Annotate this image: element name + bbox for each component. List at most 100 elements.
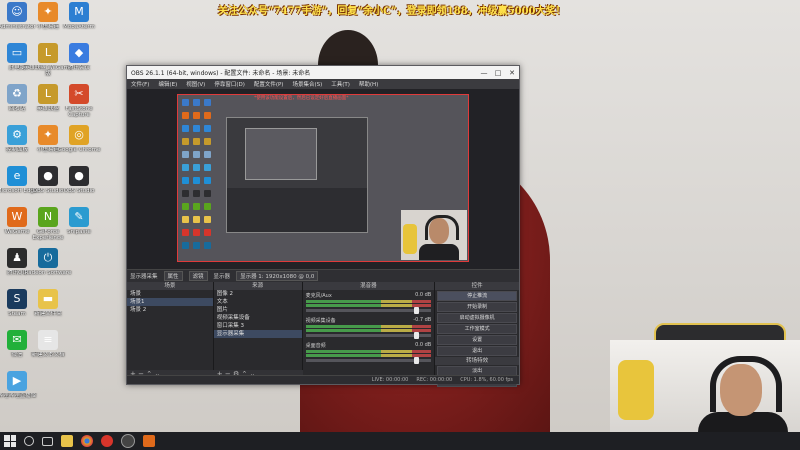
obs-titlebar[interactable]: OBS 26.1.1 (64-bit, windows) - 配置文件: 未命名…	[127, 66, 519, 79]
channel-name: 桌面音频	[305, 343, 326, 349]
start-icon[interactable]	[4, 435, 16, 447]
menu-edit[interactable]: 编辑(E)	[158, 80, 177, 88]
preview-mini-icon	[204, 242, 211, 249]
source-item[interactable]: 文本	[214, 298, 302, 306]
source-item[interactable]: 图片	[214, 306, 302, 314]
scene-item[interactable]: 场景	[127, 290, 213, 298]
preview-desktop-icons	[178, 95, 222, 261]
menu-view[interactable]: 视图(V)	[186, 80, 205, 88]
desktop: 关注公众号“7477手游”，回复“余小C”，登录即领188，冲级赢5000大奖！…	[0, 0, 800, 432]
studio-mode-button[interactable]: 工作室模式	[437, 324, 517, 334]
volume-slider[interactable]	[305, 357, 432, 364]
volume-slider-handle[interactable]	[414, 332, 420, 339]
desktop-icon-label: Google Chrome	[57, 147, 101, 153]
virtual-camera-button[interactable]: 启动虚拟摄像机	[437, 313, 517, 323]
desktop-icon[interactable]: ▶ 哔哩哔哩直播姬	[0, 371, 42, 417]
obs-icon[interactable]	[121, 434, 135, 448]
desktop-icon[interactable]: ≡ 新建文本文档	[23, 330, 73, 376]
desktop-icon-label: FastStone Capture	[65, 106, 93, 118]
preview-mini-icon	[193, 229, 200, 236]
preview-mini-icon	[204, 216, 211, 223]
desktop-icon[interactable]: ▬ 新建文件夹	[23, 289, 73, 335]
display-select[interactable]: 显示器 1: 1920x1080 @ 0,0	[236, 271, 319, 281]
netease-icon[interactable]	[101, 435, 113, 447]
source-item[interactable]: 视频采集设备	[214, 314, 302, 322]
menu-docks[interactable]: 停靠窗口(D)	[214, 80, 245, 88]
sources-dock-title: 来源	[213, 282, 302, 290]
obs-statusbar: LIVE: 00:00:00 REC: 00:00:00 CPU: 1.8%, …	[127, 375, 519, 384]
preview-mini-icon	[182, 112, 189, 119]
promo-banner: 关注公众号“7477手游”，回复“余小C”，登录即领188，冲级赢5000大奖！	[218, 6, 566, 17]
volume-slider[interactable]	[305, 307, 432, 314]
source-item-selected[interactable]: 显示器采集	[213, 330, 302, 338]
volume-slider-handle[interactable]	[414, 307, 420, 314]
menu-profile[interactable]: 配置文件(P)	[254, 80, 284, 88]
task-view-icon[interactable]	[42, 436, 53, 446]
live-status: LIVE: 00:00:00	[371, 377, 409, 383]
mixer-channel: 麦克风/Aux 0.0 dB	[305, 292, 432, 314]
capture-icon: ✂	[69, 84, 89, 104]
volume-meter	[305, 354, 432, 357]
preview-mini-icon	[182, 138, 189, 145]
preview-nested-docks	[227, 188, 367, 232]
desktop-icon[interactable]: ◆ 腾讯会议	[54, 43, 104, 89]
menu-help[interactable]: 帮助(H)	[359, 80, 378, 88]
transitions-dock-title: 转场特效	[435, 357, 519, 365]
preview-mini-icon	[204, 190, 211, 197]
filters-button[interactable]: 滤镜	[188, 271, 208, 281]
desktop-icon[interactable]: ⏻ Radeon Software	[23, 248, 73, 294]
preview-webcam-source[interactable]	[401, 210, 467, 260]
preview-mini-icon	[204, 164, 211, 171]
chrome-icon[interactable]	[81, 435, 93, 447]
preview-mini-icon	[204, 203, 211, 210]
minimize-icon[interactable]: —	[477, 69, 491, 77]
volume-meter	[305, 300, 432, 303]
desktop-icon[interactable]: ✂ FastStone Capture	[54, 84, 104, 130]
obs-window[interactable]: OBS 26.1.1 (64-bit, windows) - 配置文件: 未命名…	[126, 65, 520, 387]
controls-dock: 控件 停止推流 开始录制 启动虚拟摄像机 工作室模式 设置 退出 转场特效 淡出…	[435, 282, 519, 387]
volume-slider-handle[interactable]	[414, 357, 420, 364]
close-icon[interactable]: ✕	[505, 69, 519, 77]
properties-button[interactable]: 属性	[163, 271, 183, 281]
preview-webcam-headphones	[425, 215, 459, 240]
preview-mini-icon	[182, 177, 189, 184]
source-item[interactable]: 图像 2	[214, 290, 302, 298]
desktop-icon[interactable]: ✎ Snipaste	[54, 207, 104, 253]
preview-mini-icon	[182, 216, 189, 223]
wegame-icon[interactable]	[143, 435, 155, 447]
exit-button[interactable]: 退出	[437, 346, 517, 356]
preview-canvas[interactable]: *使用该功能设置后，然后已设定好后直播画面*	[177, 94, 469, 262]
menu-file[interactable]: 文件(F)	[131, 80, 149, 88]
mixer-dock: 混音器 麦克风/Aux 0.0 dB 视频采集设备 -0.7 dB 桌面音频 0…	[302, 282, 436, 379]
selected-source-name: 显示器采集	[130, 274, 158, 280]
desktop-icon-label: OBS Studio	[63, 188, 95, 194]
mixer-dock-title: 混音器	[302, 282, 435, 290]
obs-preview-area[interactable]: *使用该功能设置后，然后已设定好后直播画面*	[127, 89, 519, 269]
stop-streaming-button[interactable]: 停止推流	[437, 291, 517, 301]
preview-mini-icon	[182, 99, 189, 106]
rec-status: REC: 00:00:00	[416, 377, 453, 383]
volume-meter	[305, 329, 432, 332]
preview-mini-icon	[204, 99, 211, 106]
volume-meter	[305, 325, 432, 328]
file-explorer-icon[interactable]	[61, 435, 73, 447]
scene-item-selected[interactable]: 场景1	[127, 298, 213, 306]
scene-item[interactable]: 场景 2	[127, 306, 213, 314]
start-recording-button[interactable]: 开始录制	[437, 302, 517, 312]
menu-scene-collection[interactable]: 场景集合(S)	[292, 80, 322, 88]
desktop-icon[interactable]: ● OBS Studio	[54, 166, 104, 212]
preview-webcam-chair	[403, 224, 417, 254]
preview-mini-icon	[204, 138, 211, 145]
mixer-channel: 桌面音频 0.0 dB	[305, 342, 432, 364]
preview-mini-icon	[193, 164, 200, 171]
source-item[interactable]: 窗口采集 3	[214, 322, 302, 330]
desktop-icon[interactable]: M MobaXterm	[54, 2, 104, 48]
volume-slider[interactable]	[305, 332, 432, 339]
desktop-icon[interactable]: ◎ Google Chrome	[54, 125, 104, 171]
maximize-icon[interactable]: □	[491, 69, 505, 77]
preview-mini-icon	[193, 138, 200, 145]
menu-tools[interactable]: 工具(T)	[331, 80, 350, 88]
preview-mini-icon	[193, 242, 200, 249]
settings-button[interactable]: 设置	[437, 335, 517, 345]
search-icon[interactable]	[24, 436, 34, 446]
